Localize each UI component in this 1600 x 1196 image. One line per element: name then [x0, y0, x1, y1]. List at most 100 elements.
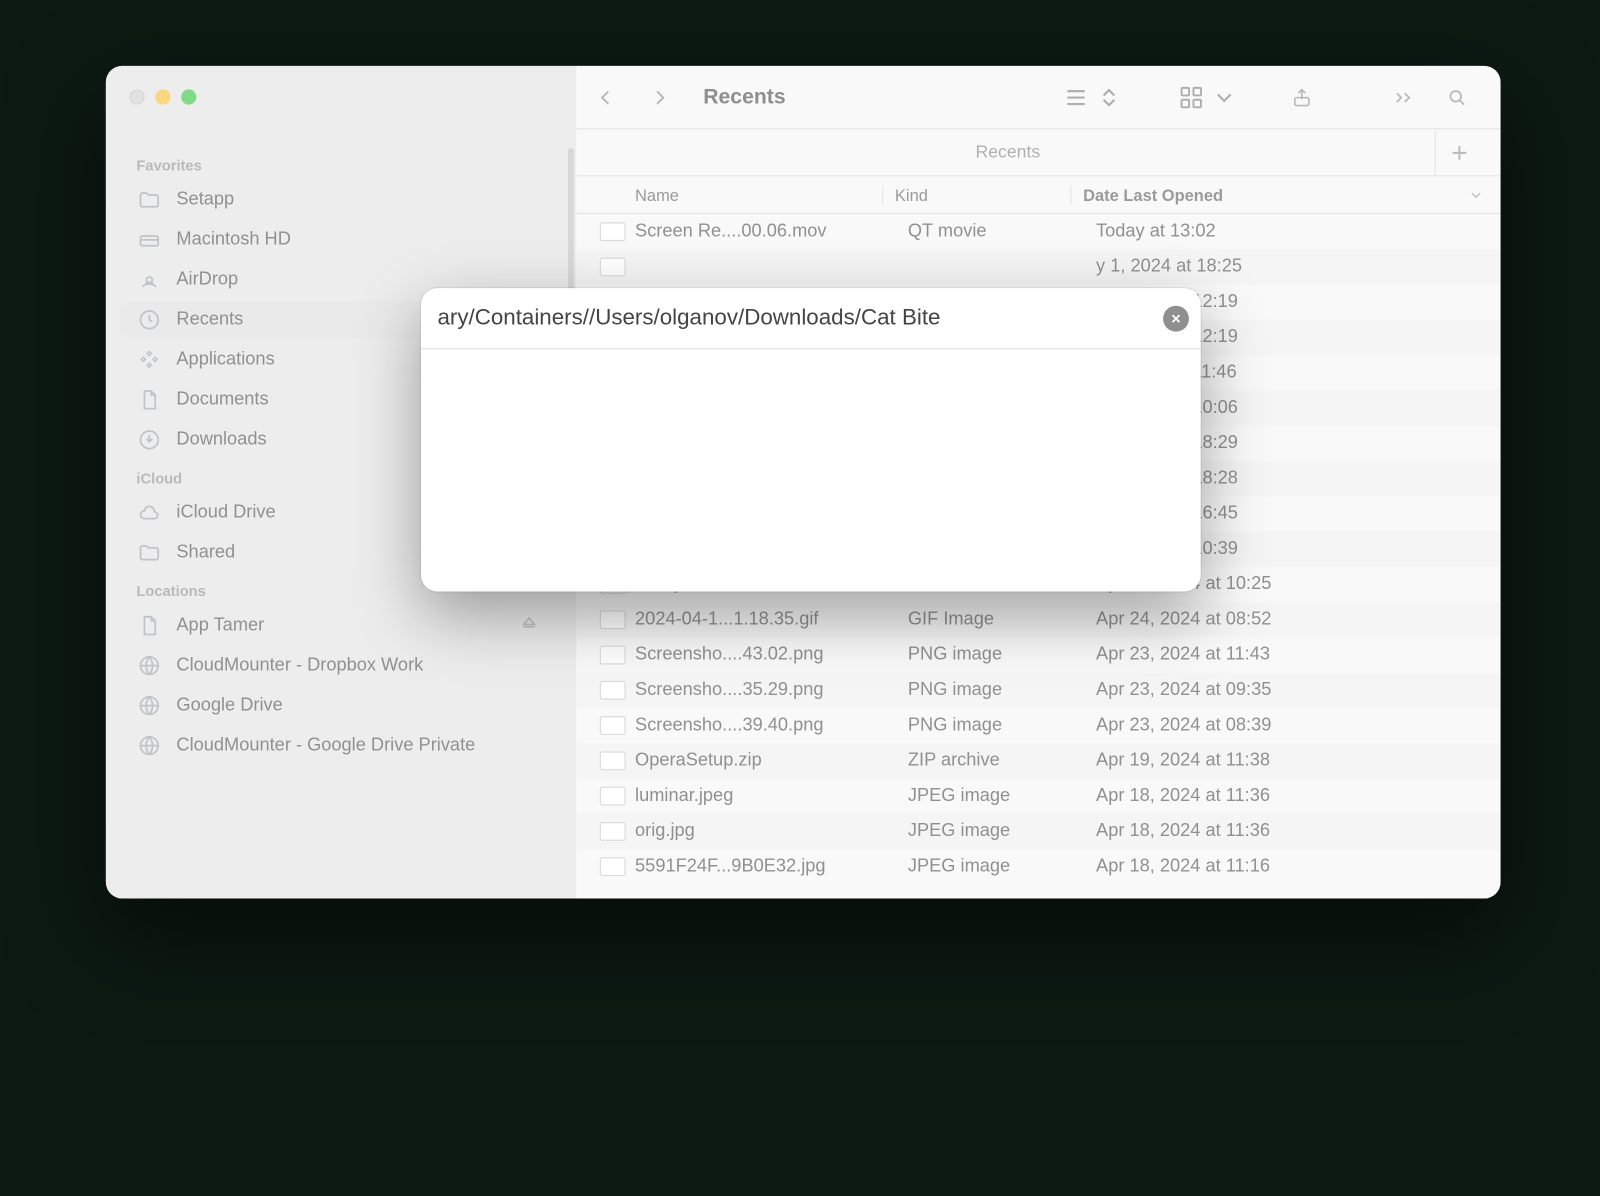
zoom-button[interactable]	[181, 89, 196, 104]
clock-icon	[136, 307, 162, 333]
column-kind[interactable]: Kind	[882, 185, 1070, 204]
sidebar-item-label: App Tamer	[176, 615, 264, 636]
table-row[interactable]: Screensho....43.02.pngPNG imageApr 23, 2…	[576, 637, 1500, 672]
sidebar-item-label: CloudMounter - Google Drive Private	[176, 735, 475, 756]
file-kind: JPEG image	[908, 786, 1096, 807]
goto-folder-input[interactable]: ary/Containers//Users/olganov/Downloads/…	[437, 305, 1163, 331]
sidebar-item-label: iCloud Drive	[176, 502, 275, 523]
table-row[interactable]: y 1, 2024 at 18:25	[576, 249, 1500, 284]
clear-input-button[interactable]	[1163, 305, 1189, 331]
table-row[interactable]: 5591F24F...9B0E32.jpgJPEG imageApr 18, 2…	[576, 849, 1500, 884]
file-name: 5591F24F...9B0E32.jpg	[635, 856, 908, 877]
file-date: Apr 18, 2024 at 11:16	[1096, 856, 1501, 877]
net-icon	[136, 693, 162, 719]
net-icon	[136, 653, 162, 679]
net-icon	[136, 733, 162, 759]
download-icon	[136, 427, 162, 453]
sidebar-item-macintosh-hd[interactable]: Macintosh HD	[120, 221, 557, 259]
file-name: orig.jpg	[635, 821, 908, 842]
file-kind: GIF Image	[908, 609, 1096, 630]
sidebar-item-label: AirDrop	[176, 269, 238, 290]
file-thumb-icon	[600, 222, 626, 241]
view-list-button[interactable]	[1063, 84, 1122, 110]
sidebar-item-cloudmounter-dropbox-work[interactable]: CloudMounter - Dropbox Work	[120, 647, 557, 685]
traffic-lights	[129, 89, 196, 104]
eject-icon[interactable]	[520, 615, 541, 636]
disk-icon	[136, 227, 162, 253]
table-row[interactable]: Screensho....39.40.pngPNG imageApr 23, 2…	[576, 708, 1500, 743]
sidebar-item-label: Macintosh HD	[176, 229, 290, 250]
file-thumb-icon	[600, 646, 626, 665]
cloud-icon	[136, 500, 162, 526]
table-row[interactable]: 2024-04-1...1.18.35.gifGIF ImageApr 24, …	[576, 602, 1500, 637]
sidebar-item-label: Shared	[176, 542, 235, 563]
goto-folder-popover: ary/Containers//Users/olganov/Downloads/…	[421, 288, 1201, 591]
table-row[interactable]: Screensho....35.29.pngPNG imageApr 23, 2…	[576, 673, 1500, 708]
forward-button[interactable]	[640, 76, 680, 118]
file-thumb-icon	[600, 751, 626, 770]
file-date: Apr 18, 2024 at 11:36	[1096, 821, 1501, 842]
sidebar-item-label: Documents	[176, 389, 268, 410]
file-name: Screensho....39.40.png	[635, 715, 908, 736]
search-button[interactable]	[1437, 76, 1477, 118]
file-name: OperaSetup.zip	[635, 750, 908, 771]
apps-icon	[136, 347, 162, 373]
sidebar-item-label: Google Drive	[176, 695, 282, 716]
file-kind: JPEG image	[908, 856, 1096, 877]
column-date-last-opened[interactable]: Date Last Opened	[1070, 185, 1500, 204]
group-by-button[interactable]	[1178, 84, 1237, 110]
file-date: Apr 24, 2024 at 08:52	[1096, 609, 1501, 630]
file-thumb-icon	[600, 822, 626, 841]
file-date: Apr 23, 2024 at 08:39	[1096, 715, 1501, 736]
file-name: Screensho....35.29.png	[635, 680, 908, 701]
file-kind: PNG image	[908, 644, 1096, 665]
table-row[interactable]: Screen Re....00.06.movQT movieToday at 1…	[576, 214, 1500, 249]
folder-icon	[136, 187, 162, 213]
file-thumb-icon	[600, 857, 626, 876]
toolbar: Recents	[576, 66, 1500, 130]
table-row[interactable]: OperaSetup.zipZIP archiveApr 19, 2024 at…	[576, 743, 1500, 778]
file-kind: ZIP archive	[908, 750, 1096, 771]
table-header: Name Kind Date Last Opened	[576, 176, 1500, 214]
add-criteria-button[interactable]	[1435, 130, 1482, 175]
share-button[interactable]	[1282, 76, 1322, 118]
file-name: luminar.jpeg	[635, 786, 908, 807]
doc-icon	[136, 613, 162, 639]
sidebar-item-app-tamer[interactable]: App Tamer	[120, 607, 557, 645]
sidebar-item-label: CloudMounter - Dropbox Work	[176, 655, 423, 676]
file-thumb-icon	[600, 258, 626, 277]
airdrop-icon	[136, 267, 162, 293]
file-kind: QT movie	[908, 221, 1096, 242]
file-kind: JPEG image	[908, 821, 1096, 842]
sidebar-item-label: Setapp	[176, 189, 234, 210]
overflow-button[interactable]	[1383, 76, 1423, 118]
file-kind: PNG image	[908, 680, 1096, 701]
window-title: Recents	[703, 85, 785, 110]
sidebar-item-setapp[interactable]: Setapp	[120, 181, 557, 219]
file-date: Apr 23, 2024 at 11:43	[1096, 644, 1501, 665]
column-name[interactable]: Name	[635, 185, 882, 204]
sidebar-item-label: Applications	[176, 349, 274, 370]
goto-folder-input-row: ary/Containers//Users/olganov/Downloads/…	[421, 288, 1201, 349]
goto-folder-suggestions	[421, 349, 1201, 591]
file-name: 2024-04-1...1.18.35.gif	[635, 609, 908, 630]
table-row[interactable]: luminar.jpegJPEG imageApr 18, 2024 at 11…	[576, 779, 1500, 814]
sort-chevron-down-icon	[1468, 186, 1484, 202]
back-button[interactable]	[586, 76, 626, 118]
sidebar-item-google-drive[interactable]: Google Drive	[120, 687, 557, 725]
sidebar-item-cloudmounter-google-drive-private[interactable]: CloudMounter - Google Drive Private	[120, 727, 557, 765]
table-row[interactable]: orig.jpgJPEG imageApr 18, 2024 at 11:36	[576, 814, 1500, 849]
file-date: Apr 19, 2024 at 11:38	[1096, 750, 1501, 771]
file-date: Apr 18, 2024 at 11:36	[1096, 786, 1501, 807]
close-button[interactable]	[129, 89, 144, 104]
file-date: y 1, 2024 at 18:25	[1096, 256, 1501, 277]
sharefolder-icon	[136, 540, 162, 566]
sidebar-item-label: Downloads	[176, 429, 266, 450]
minimize-button[interactable]	[155, 89, 170, 104]
pathbar-label[interactable]: Recents	[600, 142, 1416, 162]
file-thumb-icon	[600, 716, 626, 735]
file-kind: PNG image	[908, 715, 1096, 736]
doc-icon	[136, 387, 162, 413]
path-bar: Recents	[576, 129, 1500, 176]
file-date: Apr 23, 2024 at 09:35	[1096, 680, 1501, 701]
